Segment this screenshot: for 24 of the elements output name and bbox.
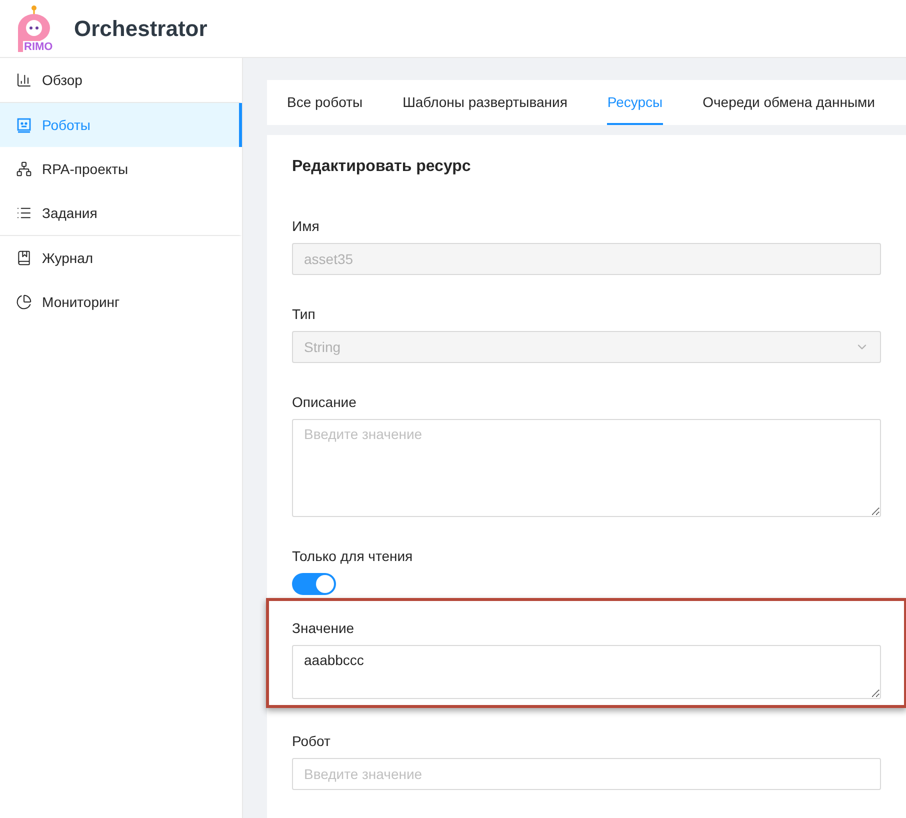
robot-icon	[16, 117, 32, 133]
form-title: Редактировать ресурс	[292, 157, 472, 177]
sidebar-item[interactable]: RPA-проекты	[0, 147, 242, 191]
field-label: Робот	[292, 732, 332, 751]
field-label: Только для чтения	[292, 547, 414, 566]
sidebar-item[interactable]: Журнал	[0, 236, 242, 280]
pie-chart-icon	[16, 294, 32, 310]
textarea-field[interactable]: aaabbccc	[292, 645, 881, 699]
sidebar-item[interactable]: Задания	[0, 191, 242, 236]
toggle-switch[interactable]	[292, 573, 336, 595]
field-label: Описание	[292, 393, 358, 412]
sitemap-icon	[16, 161, 32, 177]
tab[interactable]: Все роботы	[287, 80, 363, 125]
tab[interactable]: Шаблоны развертывания	[402, 80, 568, 125]
book-icon	[16, 250, 32, 266]
textarea-field[interactable]: Введите значение	[292, 419, 881, 517]
field-label: Имя	[292, 217, 320, 236]
input-field[interactable]: Введите значение	[292, 758, 881, 790]
tab[interactable]: Очереди обмена данными	[702, 80, 875, 125]
app-title: Orchestrator	[74, 16, 208, 42]
field-label: Тип	[292, 305, 316, 324]
field-label: Значение	[292, 619, 356, 638]
sidebar-item[interactable]: Мониторинг	[0, 280, 242, 324]
bar-chart-icon	[16, 72, 32, 88]
